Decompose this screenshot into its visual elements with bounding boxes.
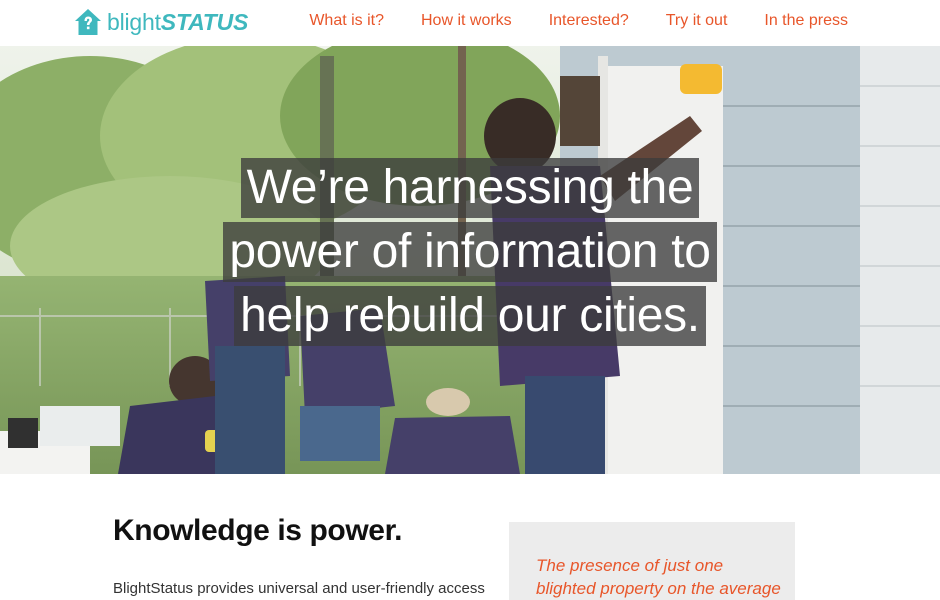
logo[interactable]: blightSTATUS (73, 5, 248, 39)
hero: We’re harnessing the power of informatio… (0, 46, 940, 474)
logo-text: blightSTATUS (107, 8, 249, 35)
hero-headline-line-3: help rebuild our cities. (234, 286, 706, 346)
nav-what-is-it[interactable]: What is it? (309, 12, 384, 30)
logo-text-blight: blight (107, 8, 161, 35)
hero-headline-line-1: We’re harnessing the (240, 158, 700, 218)
section-title: Knowledge is power. (113, 514, 403, 547)
main-nav: What is it? How it works Interested? Try… (272, 12, 848, 30)
nav-try-it-out[interactable]: Try it out (666, 12, 728, 30)
nav-interested[interactable]: Interested? (549, 12, 629, 30)
logo-text-status: STATUS (160, 8, 249, 35)
pull-quote: The presence of just one blighted proper… (536, 556, 781, 598)
hero-headline: We’re harnessing the power of informatio… (0, 156, 940, 348)
nav-in-the-press[interactable]: In the press (764, 12, 848, 30)
section-body: BlightStatus provides universal and user… (113, 580, 485, 597)
quote-box: The presence of just one blighted proper… (509, 522, 795, 600)
house-question-icon (75, 9, 101, 35)
content-section: Knowledge is power. BlightStatus provide… (0, 474, 940, 600)
site-header: blightSTATUS What is it? How it works In… (0, 0, 940, 46)
hero-headline-line-2: power of information to (223, 222, 717, 282)
nav-how-it-works[interactable]: How it works (421, 12, 512, 30)
